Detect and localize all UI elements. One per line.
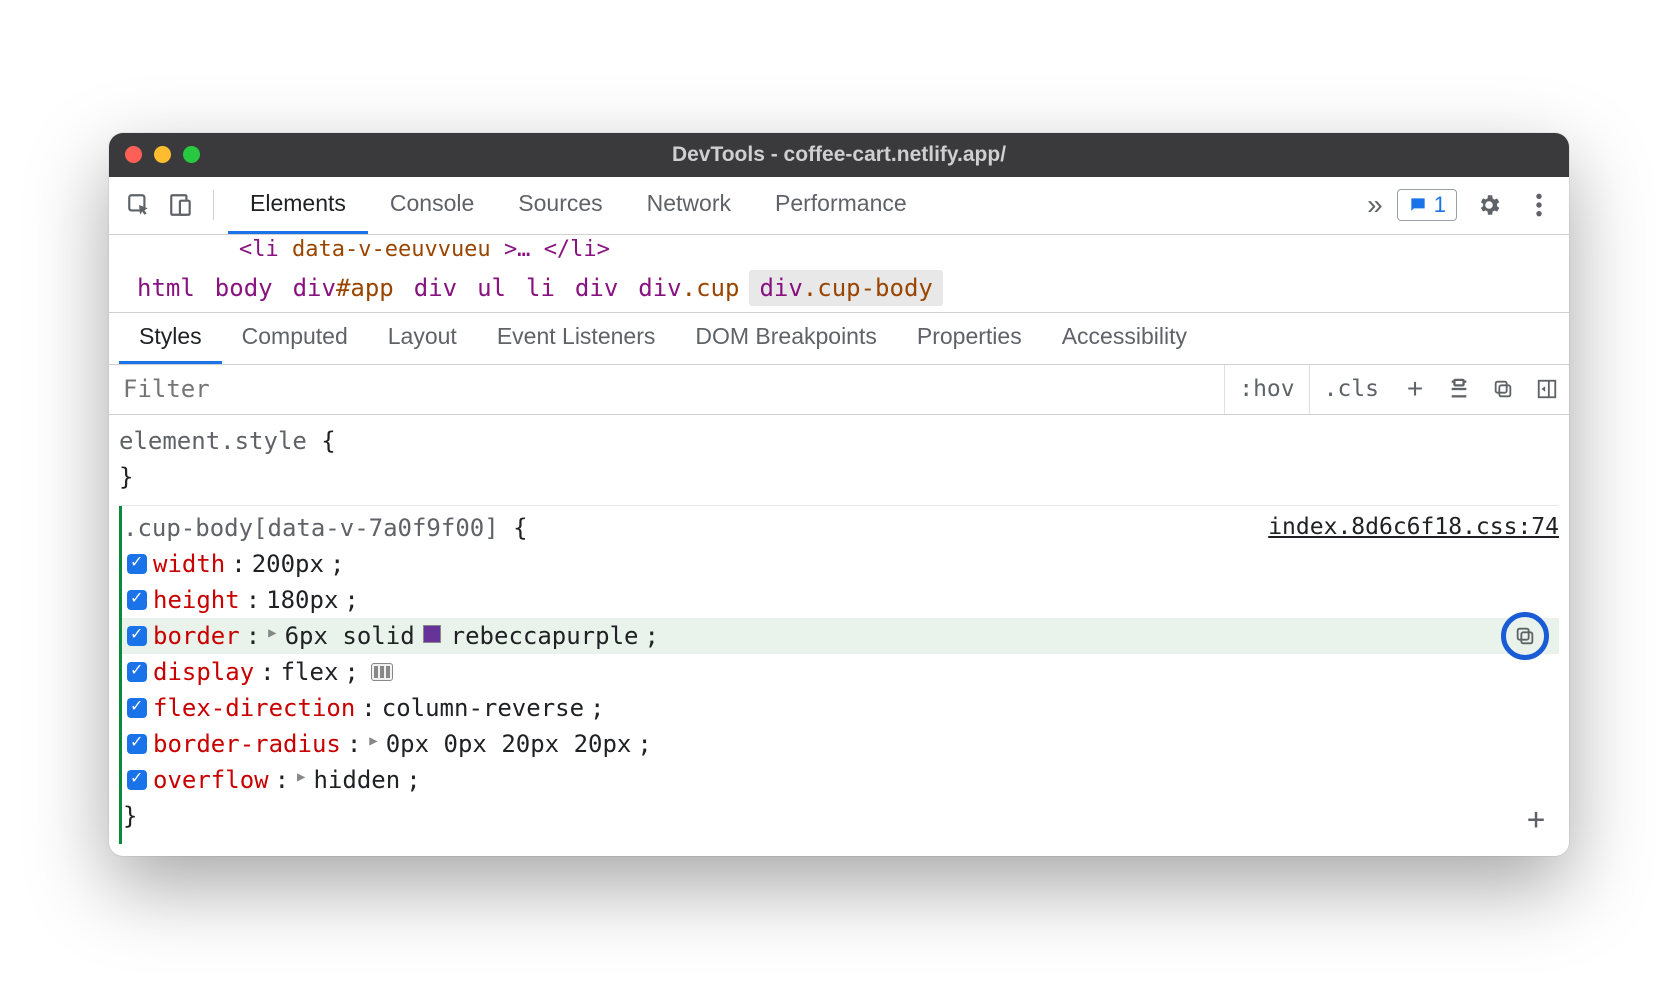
styles-subtabs: StylesComputedLayoutEvent ListenersDOM B… (109, 313, 1569, 365)
declaration-toggle[interactable] (127, 554, 147, 574)
css-value: column-reverse (382, 690, 584, 726)
breadcrumb-item[interactable]: div (404, 270, 467, 306)
breadcrumb-item[interactable]: div.cup-body (749, 270, 942, 306)
breadcrumb-item[interactable]: html (127, 270, 205, 306)
declaration-toggle[interactable] (127, 698, 147, 718)
css-declaration[interactable]: display: flex; (119, 654, 1559, 690)
style-rule-element[interactable]: element.style { } (119, 419, 1559, 506)
cls-toggle[interactable]: .cls (1309, 365, 1393, 414)
expand-shorthand-icon[interactable]: ▶ (268, 623, 276, 644)
add-declaration-button[interactable]: + (1527, 797, 1545, 842)
breadcrumb-item[interactable]: div#app (283, 270, 404, 306)
styles-pane: element.style { } index.8d6c6f18.css:74 … (109, 415, 1569, 856)
css-value: hidden (313, 762, 400, 798)
css-declaration[interactable]: border: ▶ 6px solid rebeccapurple; (119, 618, 1559, 654)
css-value: flex (281, 654, 339, 690)
breadcrumb: htmlbodydiv#appdivullidivdiv.cupdiv.cup-… (109, 264, 1569, 313)
hov-toggle[interactable]: :hov (1224, 365, 1308, 414)
css-property: border (153, 618, 240, 654)
kebab-menu-icon[interactable] (1521, 187, 1557, 223)
styles-filter-input[interactable] (109, 375, 1224, 403)
breadcrumb-item[interactable]: div (565, 270, 628, 306)
styles-filter-bar: :hov .cls + (109, 365, 1569, 415)
css-property: border-radius (153, 726, 341, 762)
tab-console[interactable]: Console (368, 177, 496, 234)
breadcrumb-item[interactable]: div.cup (628, 270, 749, 306)
titlebar: DevTools - coffee-cart.netlify.app/ (109, 133, 1569, 177)
expand-shorthand-icon[interactable]: ▶ (297, 767, 305, 788)
separator (213, 190, 214, 220)
subtab-computed[interactable]: Computed (222, 313, 368, 364)
declaration-toggle[interactable] (127, 626, 147, 646)
modified-indicator (119, 506, 122, 844)
devtools-window: DevTools - coffee-cart.netlify.app/ Elem… (109, 133, 1569, 856)
declaration-toggle[interactable] (127, 770, 147, 790)
css-property: overflow (153, 762, 269, 798)
declaration-toggle[interactable] (127, 734, 147, 754)
tab-network[interactable]: Network (625, 177, 753, 234)
css-value: 200px (252, 546, 324, 582)
main-toolbar: ElementsConsoleSourcesNetworkPerformance… (109, 177, 1569, 235)
toggle-computed-sidebar-icon[interactable] (1525, 365, 1569, 414)
dom-tree-row[interactable]: <li data-v-eeuvvueu >… </li> (109, 235, 1569, 264)
more-tabs-button[interactable]: » (1367, 189, 1383, 221)
copy-declaration-button[interactable] (1501, 612, 1549, 660)
flexbox-editor-icon[interactable] (371, 663, 393, 681)
color-swatch[interactable] (423, 625, 441, 643)
declaration-toggle[interactable] (127, 662, 147, 682)
window-title: DevTools - coffee-cart.netlify.app/ (109, 143, 1569, 167)
breadcrumb-item[interactable]: li (516, 270, 565, 306)
style-rule-cup-body[interactable]: index.8d6c6f18.css:74 .cup-body[data-v-7… (119, 506, 1559, 844)
declaration-toggle[interactable] (127, 590, 147, 610)
source-link[interactable]: index.8d6c6f18.css:74 (1268, 510, 1559, 545)
copy-styles-icon[interactable] (1481, 365, 1525, 414)
css-property: width (153, 546, 225, 582)
css-value: 180px (266, 582, 338, 618)
issues-chip[interactable]: 1 (1397, 189, 1457, 221)
issues-count: 1 (1434, 192, 1446, 218)
css-declaration[interactable]: overflow: ▶ hidden; (119, 762, 1559, 798)
panel-tabs: ElementsConsoleSourcesNetworkPerformance (228, 177, 929, 234)
subtab-event-listeners[interactable]: Event Listeners (477, 313, 676, 364)
subtab-dom-breakpoints[interactable]: DOM Breakpoints (675, 313, 897, 364)
new-style-rule-button[interactable]: + (1393, 365, 1437, 414)
device-toolbar-icon[interactable] (163, 187, 199, 223)
css-property: flex-direction (153, 690, 355, 726)
css-declaration[interactable]: border-radius: ▶ 0px 0px 20px 20px; (119, 726, 1559, 762)
inspect-element-icon[interactable] (121, 187, 157, 223)
tab-performance[interactable]: Performance (753, 177, 929, 234)
breadcrumb-item[interactable]: ul (467, 270, 516, 306)
settings-icon[interactable] (1471, 187, 1507, 223)
css-declaration[interactable]: flex-direction: column-reverse; (119, 690, 1559, 726)
subtab-properties[interactable]: Properties (897, 313, 1042, 364)
css-declaration[interactable]: width: 200px; (119, 546, 1559, 582)
css-value: 6px solid (285, 618, 415, 654)
tab-elements[interactable]: Elements (228, 177, 368, 234)
css-property: display (153, 654, 254, 690)
rule-selector: .cup-body[data-v-7a0f9f00] (123, 514, 499, 542)
breadcrumb-item[interactable]: body (205, 270, 283, 306)
css-declaration[interactable]: height: 180px; (119, 582, 1559, 618)
subtab-layout[interactable]: Layout (368, 313, 477, 364)
subtab-styles[interactable]: Styles (119, 313, 222, 364)
tab-sources[interactable]: Sources (496, 177, 624, 234)
css-value: 0px 0px 20px 20px (386, 726, 632, 762)
subtab-accessibility[interactable]: Accessibility (1042, 313, 1207, 364)
rule-selector: element.style (119, 427, 307, 455)
styles-format-icon[interactable] (1437, 365, 1481, 414)
expand-shorthand-icon[interactable]: ▶ (369, 731, 377, 752)
css-property: height (153, 582, 240, 618)
